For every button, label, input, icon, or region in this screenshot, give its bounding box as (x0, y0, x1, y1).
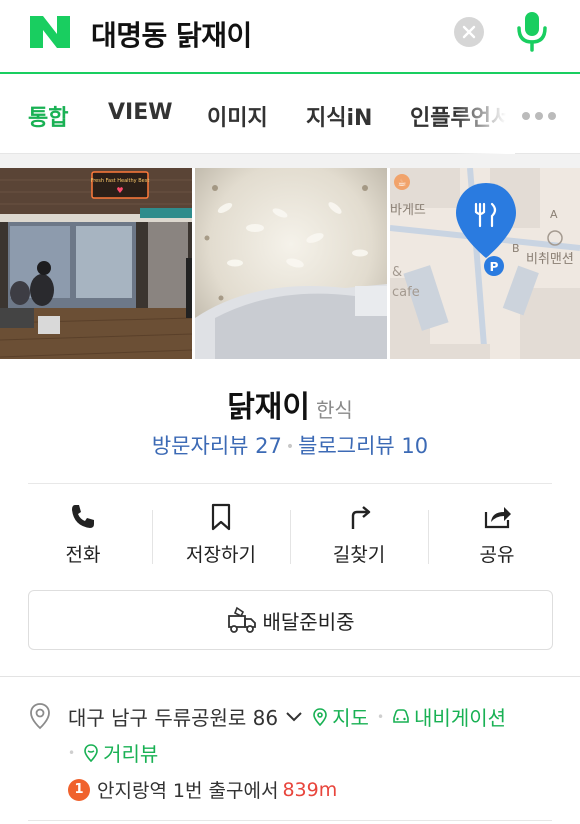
delivery-status-button[interactable]: 배달준비중 (28, 590, 553, 650)
svg-text:cafe: cafe (392, 285, 420, 300)
street-view-link[interactable]: 거리뷰 (83, 738, 158, 767)
svg-text:&: & (392, 265, 402, 280)
rice-food-photo[interactable] (195, 168, 387, 359)
divider (28, 820, 552, 821)
voice-search-mic-icon[interactable] (512, 8, 552, 54)
address-line-2: • 거리뷰 (68, 738, 158, 767)
map-link-label: 지도 (332, 706, 369, 730)
bookmark-icon (211, 503, 231, 531)
share-label: 공유 (479, 544, 515, 566)
separator-dot: • (68, 745, 76, 760)
subway-station[interactable]: 안지랑역 (97, 776, 167, 803)
svg-text:비취맨션: 비취맨션 (526, 252, 574, 267)
map-thumbnail[interactable]: ☕ 바게뜨 & cafe 비취맨션 A B P (390, 168, 580, 359)
directions-icon (351, 506, 371, 529)
action-divider (152, 510, 153, 564)
separator-dot: • (376, 709, 385, 724)
blog-reviews-link[interactable]: 블로그리뷰 10 (298, 434, 428, 458)
location-pin-icon (30, 703, 50, 730)
call-label: 전화 (65, 544, 101, 566)
car-icon (393, 708, 409, 723)
subway-exit: 1번 출구에서 (172, 780, 279, 802)
photo-strip: Fresh Fast Healthy Best ♥ ☕ 바게뜨 & cafe 비… (0, 168, 580, 359)
clear-search-button[interactable] (454, 17, 484, 47)
svg-text:A: A (550, 208, 558, 221)
chevron-down-icon[interactable] (286, 711, 302, 722)
street-view-label: 거리뷰 (103, 742, 159, 766)
separator-dot: • (285, 439, 295, 455)
subway-distance: 839m (282, 778, 338, 801)
map-pin-outline-icon (313, 707, 327, 726)
search-tabs: 통합 VIEW 이미지 지식iN 인플루언서 (0, 76, 580, 154)
phone-icon (72, 505, 94, 528)
tab-knowledge-in[interactable]: 지식iN (306, 100, 372, 132)
call-button[interactable]: 전화 (14, 500, 152, 570)
search-query[interactable]: 대명동 닭재이 (91, 14, 252, 54)
tab-view[interactable]: VIEW (108, 100, 173, 125)
place-header: 닭재이 한식 (0, 382, 580, 426)
subway-info: 1 안지랑역 1번 출구에서 839m (68, 776, 337, 803)
navigation-link[interactable]: 내비게이션 (392, 702, 506, 731)
restaurant-interior-photo[interactable]: Fresh Fast Healthy Best ♥ (0, 168, 192, 359)
share-icon (484, 507, 511, 529)
tab-integrated[interactable]: 통합 (28, 100, 68, 132)
svg-text:♥: ♥ (116, 186, 123, 195)
more-tabs-icon[interactable] (522, 112, 556, 120)
directions-label: 길찾기 (332, 544, 386, 566)
save-button[interactable]: 저장하기 (152, 500, 290, 570)
address-line: 대구 남구 두류공원로 86 지도 • 내비게이션 (68, 702, 506, 731)
delivery-status-label: 배달준비중 (262, 609, 355, 634)
divider (28, 483, 552, 484)
section-divider (0, 676, 580, 677)
action-divider (428, 510, 429, 564)
save-label: 저장하기 (186, 544, 256, 566)
search-bar: 대명동 닭재이 (0, 0, 580, 74)
delivery-truck-icon (227, 606, 256, 633)
svg-text:P: P (490, 260, 499, 274)
street-view-pin-icon (84, 743, 98, 762)
svg-text:☕: ☕ (398, 178, 407, 189)
naver-logo[interactable] (30, 16, 70, 48)
visitor-reviews-link[interactable]: 방문자리뷰 27 (152, 434, 282, 458)
svg-text:B: B (512, 242, 520, 255)
section-divider (0, 154, 580, 168)
directions-button[interactable]: 길찾기 (290, 500, 428, 570)
map-link[interactable]: 지도 (312, 702, 369, 731)
subway-line-badge: 1 (68, 778, 90, 801)
close-icon (462, 25, 476, 39)
tab-fade (455, 76, 515, 154)
action-divider (290, 510, 291, 564)
review-links: 방문자리뷰 27 • 블로그리뷰 10 (0, 430, 580, 460)
place-category: 한식 (316, 398, 353, 422)
sign-text: Fresh Fast Healthy Best (91, 178, 150, 184)
address-text[interactable]: 대구 남구 두류공원로 86 (68, 702, 278, 731)
place-name[interactable]: 닭재이 (227, 390, 310, 425)
share-button[interactable]: 공유 (428, 500, 566, 570)
svg-text:바게뜨: 바게뜨 (390, 203, 426, 218)
tab-images[interactable]: 이미지 (207, 100, 268, 132)
navigation-link-label: 내비게이션 (414, 706, 507, 730)
